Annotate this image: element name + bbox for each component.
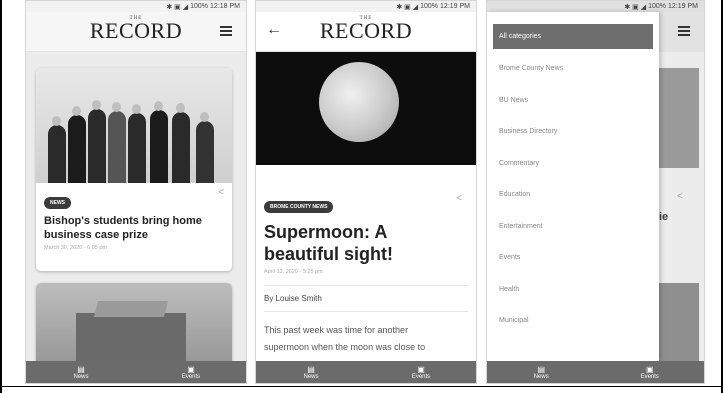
drawer-item[interactable]: BU News <box>487 85 659 117</box>
news-icon: ▤ <box>537 364 546 374</box>
share-icon[interactable]: < <box>456 193 462 204</box>
share-icon: < <box>677 191 683 202</box>
drawer-item[interactable]: Entertainment <box>487 211 659 243</box>
article-date: March 30, 2020 - 6:05 pm <box>44 245 107 251</box>
drawer-item[interactable]: Brome County News <box>487 53 659 85</box>
drawer-item[interactable]: Municipal <box>487 305 659 337</box>
status-time: 12:19 PM <box>668 3 698 10</box>
news-card[interactable]: NEWS < Bishop's students bring home busi… <box>36 68 232 271</box>
nav-events-button[interactable]: ▣ Events <box>596 361 705 383</box>
share-icon[interactable]: < <box>218 187 224 198</box>
phone-article: ✱ ▣ ◢ 100% 12:19 PM ← THE RECORD BROME C… <box>255 0 477 384</box>
nav-events-label: Events <box>181 373 201 380</box>
background-thumbnail <box>659 68 699 168</box>
news-icon: ▤ <box>307 364 315 374</box>
bottom-navigation: ▤ News ▣ Events <box>26 361 246 383</box>
category-badge[interactable]: NEWS <box>44 197 71 209</box>
hamburger-menu-icon[interactable] <box>220 26 232 36</box>
article-date: April 13, 2020 - 5:25 pm <box>264 269 323 275</box>
app-logo[interactable]: RECORD <box>256 18 476 44</box>
phone-category-drawer: ✱ ▣ ◢ 100% 12:19 PM ie < All categories … <box>486 0 705 384</box>
category-badge[interactable]: BROME COUNTY NEWS <box>264 201 334 213</box>
article-thumbnail <box>36 283 232 373</box>
status-icons: ✱ ▣ ◢ <box>396 3 419 11</box>
article-title-line2[interactable]: business case prize <box>44 228 224 242</box>
events-icon: ▣ <box>187 364 195 374</box>
status-bar: ✱ ▣ ◢ 100% 12:19 PM <box>487 1 704 12</box>
article-title-line1[interactable]: Bishop's students bring home <box>44 214 224 228</box>
drawer-item[interactable]: Health <box>487 274 659 306</box>
bottom-navigation: ▤ News ▣ Events <box>487 361 704 383</box>
nav-news-label: News <box>533 373 549 380</box>
nav-events-button[interactable]: ▣ Events <box>136 361 246 383</box>
nav-news-label: News <box>73 373 89 380</box>
article-body-line1: This past week was time for another <box>264 325 409 335</box>
article-hero-image <box>256 52 476 165</box>
status-time: 12:19 PM <box>440 3 470 10</box>
battery-level: 100% <box>190 3 209 10</box>
status-bar: ✱ ▣ ◢ 100% 12:18 PM <box>26 1 246 12</box>
article-byline: By Louise Smith <box>264 294 322 303</box>
moon-photo <box>319 62 399 142</box>
news-icon: ▤ <box>77 364 85 374</box>
events-icon: ▣ <box>645 364 654 374</box>
background-thumbnail <box>659 283 699 363</box>
events-icon: ▣ <box>417 364 425 374</box>
drawer-item[interactable]: Commentary <box>487 148 659 180</box>
hamburger-menu-icon[interactable] <box>678 26 690 36</box>
drawer-item[interactable]: Events <box>487 242 659 274</box>
article-thumbnail <box>36 68 232 183</box>
nav-events-label: Events <box>411 373 431 380</box>
nav-events-button[interactable]: ▣ Events <box>366 361 476 383</box>
app-bar: THE RECORD <box>26 12 246 52</box>
article-title-line1: Supermoon: A <box>264 222 388 242</box>
nav-news-label: News <box>303 373 319 380</box>
article-title-line2: beautiful sight! <box>264 244 393 264</box>
nav-events-label: Events <box>640 373 659 380</box>
status-time: 12:18 PM <box>210 3 240 10</box>
category-drawer: All categories Brome County News BU News… <box>487 12 659 361</box>
drawer-item-all-categories[interactable]: All categories <box>493 24 653 49</box>
article-body-line2: supermoon when the moon was close to <box>264 342 426 352</box>
drawer-item[interactable]: Education <box>487 179 659 211</box>
nav-news-button[interactable]: ▤ News <box>256 361 366 383</box>
app-bar: ← THE RECORD <box>256 12 476 52</box>
app-logo[interactable]: RECORD <box>26 18 246 44</box>
news-card[interactable] <box>36 283 232 373</box>
status-icons: ✱ ▣ ◢ <box>624 3 647 11</box>
status-bar: ✱ ▣ ◢ 100% 12:19 PM <box>256 1 476 12</box>
battery-level: 100% <box>648 3 667 10</box>
nav-news-button[interactable]: ▤ News <box>26 361 136 383</box>
status-icons: ✱ ▣ ◢ <box>166 3 189 11</box>
phone-news-list: ✱ ▣ ◢ 100% 12:18 PM THE RECORD NEWS < Bi… <box>25 0 247 384</box>
battery-level: 100% <box>420 3 439 10</box>
background-title-fragment: ie <box>659 211 669 223</box>
drawer-item[interactable]: Business Directory <box>487 116 659 148</box>
bottom-navigation: ▤ News ▣ Events <box>256 361 476 383</box>
nav-news-button[interactable]: ▤ News <box>487 361 596 383</box>
